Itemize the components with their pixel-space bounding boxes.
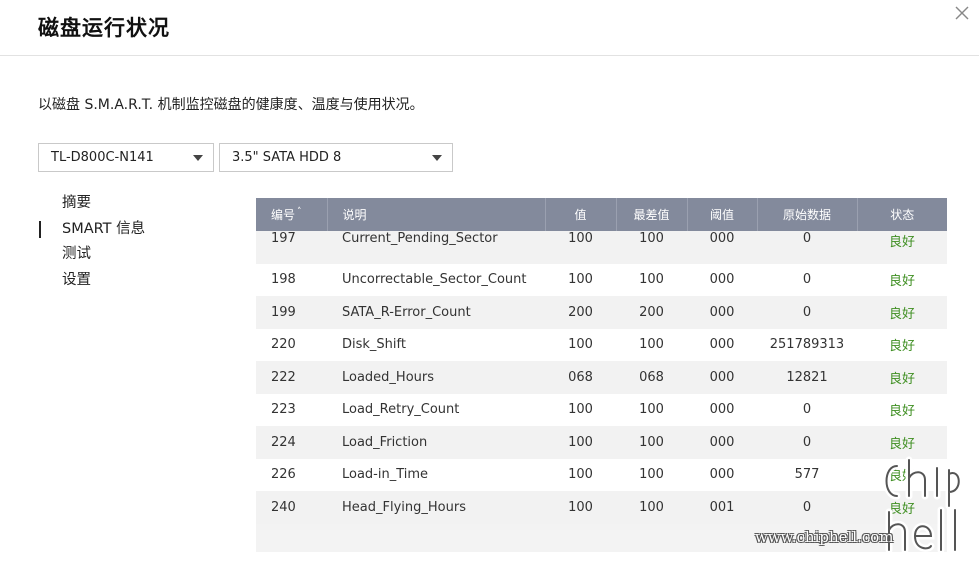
table-row[interactable]: 197 Current_Pending_Sector 100 100 000 0 良好 [256,231,947,264]
cell-threshold: 000 [709,337,735,353]
cell-threshold: 000 [709,402,735,418]
nav-item-label: SMART 信息 [62,220,146,237]
nav-item-label: 设置 [62,271,91,288]
disk-select[interactable]: 3.5" SATA HDD 8 [219,143,453,172]
sort-asc-icon: ˄ [297,207,302,217]
nav-item-settings[interactable]: 设置 [38,269,238,295]
cell-worst: 100 [639,337,664,353]
cell-raw: 0 [802,402,812,418]
watermark-url: www.chiphell.com [755,528,894,546]
cell-status: 良好 [888,436,915,452]
cell-worst: 100 [639,467,664,483]
watermark: www.chiphell.com [755,456,965,556]
nav-item-label: 测试 [62,246,91,262]
cell-raw: 12821 [786,369,828,385]
cell-threshold: 000 [709,369,735,385]
cell-raw: 0 [802,304,812,320]
table-row[interactable]: 222 Loaded_Hours 068 068 000 12821 良好 [256,361,947,394]
cell-id: 240 [271,499,296,515]
col-header-status[interactable]: 状态 [857,198,947,231]
cell-raw: 251789313 [769,337,845,353]
cell-threshold: 000 [709,272,735,288]
close-icon [955,6,969,20]
cell-value: 068 [568,369,593,385]
cell-threshold: 001 [709,499,735,515]
cell-value: 200 [568,304,593,320]
disk-select-value: 3.5" SATA HDD 8 [232,150,342,165]
cell-id: 220 [271,337,296,353]
col-header-worst[interactable]: 最差值 [616,198,688,231]
cell-description: Load_Friction [342,434,428,450]
cell-status: 良好 [888,404,915,420]
nav-item-summary[interactable]: 摘要 [38,192,238,218]
side-nav: 摘要 SMART 信息 测试 设置 [38,192,238,294]
cell-threshold: 000 [709,467,735,483]
cell-id: 223 [271,402,296,418]
col-header-description[interactable]: 说明 [327,198,546,231]
cell-status: 良好 [888,339,915,355]
cell-id: 224 [271,434,296,450]
cell-status: 良好 [888,274,915,290]
cell-worst: 100 [639,402,664,418]
cell-value: 100 [568,337,593,353]
enclosure-select[interactable]: TL-D800C-N141 [38,143,214,172]
cell-id: 222 [271,369,296,385]
cell-worst: 100 [639,272,664,288]
cell-raw: 0 [802,272,812,288]
col-header-raw[interactable]: 原始数据 [757,198,858,231]
cell-raw: 0 [802,434,812,450]
close-button[interactable] [953,4,973,24]
dialog-title: 磁盘运行状况 [38,16,170,40]
nav-item-test[interactable]: 测试 [38,243,238,269]
cell-value: 100 [568,231,593,246]
cell-value: 100 [568,499,593,515]
dialog-description: 以磁盘 S.M.A.R.T. 机制监控磁盘的健康度、温度与使用状况。 [38,97,424,113]
col-header-id[interactable]: 编号 ˄ [256,198,328,231]
table-row[interactable]: 199 SATA_R-Error_Count 200 200 000 0 良好 [256,296,947,329]
cell-id: 226 [271,467,296,483]
col-header-threshold[interactable]: 阈值 [687,198,758,231]
cell-worst: 068 [639,369,664,385]
cell-threshold: 000 [709,304,735,320]
table-row[interactable]: 198 Uncorrectable_Sector_Count 100 100 000 0 良… [256,263,947,296]
enclosure-select-value: TL-D800C-N141 [51,150,154,165]
cell-worst: 100 [639,499,664,515]
cell-value: 100 [568,402,593,418]
caret-down-icon [193,155,203,161]
table-row[interactable]: 224 Load_Friction 100 100 000 0 良好 [256,426,947,459]
caret-down-icon [432,155,442,161]
nav-item-smart-info[interactable]: SMART 信息 [38,218,238,244]
cell-worst: 200 [639,304,664,320]
cell-id: 198 [271,272,296,288]
cell-status: 良好 [888,306,915,322]
table-header-row: 编号 ˄ 说明 值 最差值 阈值 原始数据 状态 [256,198,947,231]
table-row[interactable]: 223 Load_Retry_Count 100 100 000 0 良好 [256,393,947,426]
cell-worst: 100 [639,434,664,450]
cell-value: 100 [568,434,593,450]
cell-description: Load_Retry_Count [342,402,460,418]
cell-description: SATA_R-Error_Count [342,304,471,320]
cell-id: 199 [271,304,296,320]
cell-description: Head_Flying_Hours [342,499,466,515]
col-header-value[interactable]: 值 [545,198,617,231]
cell-id: 197 [271,231,296,246]
table-row[interactable]: 220 Disk_Shift 100 100 000 251789313 良好 [256,328,947,361]
cell-value: 100 [568,467,593,483]
cell-status: 良好 [888,371,915,387]
nav-item-label: 摘要 [62,195,91,211]
cell-worst: 100 [639,231,664,246]
cell-status: 良好 [888,235,915,250]
cell-description: Load-in_Time [342,467,429,483]
cell-description: Loaded_Hours [342,369,435,385]
cell-description: Uncorrectable_Sector_Count [342,272,527,288]
cell-description: Disk_Shift [342,337,406,353]
dialog-header: 磁盘运行状况 [0,0,979,56]
cell-threshold: 000 [709,434,735,450]
cell-raw: 0 [802,231,812,246]
cell-threshold: 000 [709,231,735,246]
cell-value: 100 [568,272,593,288]
cell-description: Current_Pending_Sector [342,231,498,246]
